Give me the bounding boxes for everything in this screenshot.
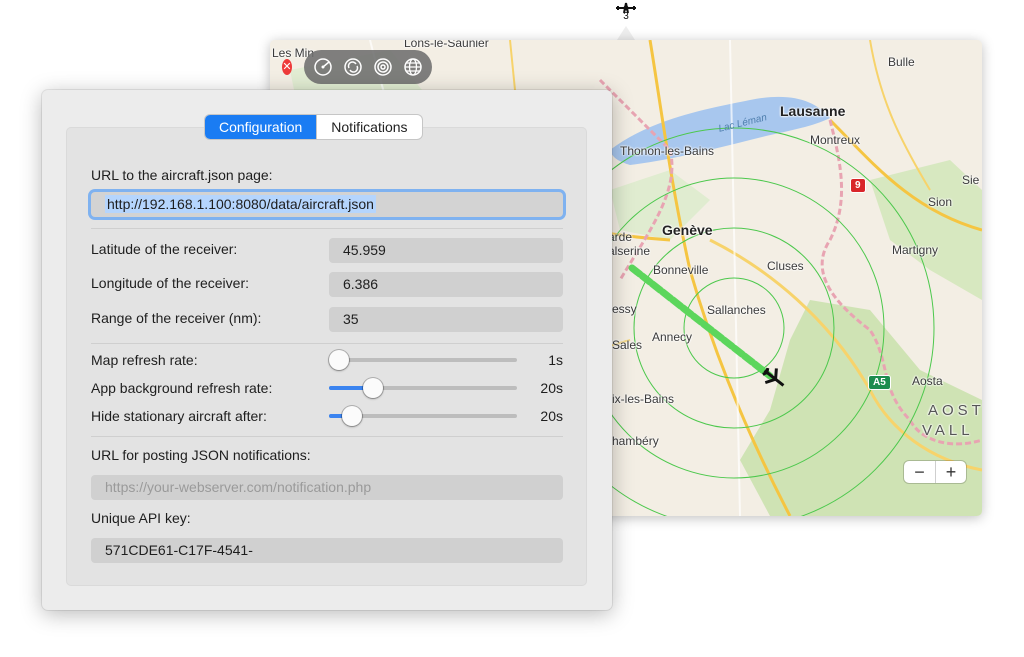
- map-label: Bulle: [888, 55, 915, 69]
- aircraft-url-field[interactable]: http://192.168.1.100:8080/data/aircraft.…: [91, 192, 563, 217]
- map-label: Bonneville: [653, 263, 709, 277]
- road-shield: 9: [850, 178, 866, 193]
- map-toolbar: ✕: [282, 50, 432, 84]
- notify-url-label: URL for posting JSON notifications:: [91, 447, 311, 463]
- zoom-control: − +: [904, 461, 966, 483]
- map-region-label: AOST: [928, 402, 982, 419]
- divider: [91, 343, 563, 344]
- close-icon[interactable]: ✕: [282, 59, 292, 75]
- bg-refresh-value: 20s: [540, 380, 563, 396]
- slider-knob[interactable]: [342, 406, 363, 426]
- map-label: Annecy: [652, 330, 693, 344]
- map-label: Aosta: [912, 374, 943, 388]
- map-refresh-label: Map refresh rate:: [91, 352, 198, 368]
- map-label: Sallanches: [707, 303, 766, 317]
- tab-configuration[interactable]: Configuration: [205, 115, 317, 139]
- longitude-label: Longitude of the receiver:: [91, 275, 249, 291]
- map-refresh-value: 1s: [548, 352, 563, 368]
- map-region-label: VALL: [922, 422, 974, 439]
- notify-url-field[interactable]: https://your-webserver.com/notification.…: [91, 475, 563, 500]
- tool-pill: [304, 50, 432, 84]
- range-field[interactable]: 35: [329, 307, 563, 332]
- slider-knob[interactable]: [329, 350, 349, 370]
- map-label: Martigny: [892, 243, 939, 257]
- map-label: Sion: [928, 195, 953, 209]
- map-label: Lons-le-Saunier: [404, 40, 489, 50]
- map-label: Sales: [612, 338, 643, 352]
- latitude-field[interactable]: 45.959: [329, 238, 563, 263]
- hide-stationary-label: Hide stationary aircraft after:: [91, 408, 267, 424]
- globe-icon[interactable]: [400, 54, 426, 80]
- range-label: Range of the receiver (nm):: [91, 310, 262, 326]
- longitude-field[interactable]: 6.386: [329, 272, 563, 297]
- target-icon[interactable]: [370, 54, 396, 80]
- hide-stationary-value: 20s: [540, 408, 563, 424]
- refresh-icon[interactable]: [340, 54, 366, 80]
- zoom-out-button[interactable]: −: [904, 461, 935, 483]
- tab-control: Configuration Notifications: [205, 115, 422, 139]
- settings-popover: URL to the aircraft.json page: http://19…: [42, 90, 612, 610]
- popover-arrow: [617, 26, 635, 40]
- map-label: Cluses: [767, 259, 804, 273]
- divider: [91, 436, 563, 437]
- map-label: essy: [612, 302, 637, 316]
- map-label: Lausanne: [780, 103, 846, 119]
- map-refresh-slider[interactable]: [329, 350, 517, 370]
- status-bar-item[interactable]: 3: [612, 0, 640, 24]
- hide-stationary-slider[interactable]: [329, 406, 517, 426]
- road-shield: A5: [868, 375, 891, 390]
- zoom-in-button[interactable]: +: [935, 461, 966, 483]
- map-label: Genève: [662, 222, 713, 238]
- api-key-label: Unique API key:: [91, 510, 191, 526]
- settings-panel: URL to the aircraft.json page: http://19…: [66, 127, 587, 586]
- map-label: Thonon-les-Bains: [620, 144, 715, 158]
- map-label: alserine: [608, 244, 651, 258]
- map-label: Sie: [962, 173, 980, 187]
- url-label: URL to the aircraft.json page:: [91, 167, 273, 183]
- tab-notifications[interactable]: Notifications: [316, 115, 421, 139]
- slider-knob[interactable]: [362, 378, 383, 398]
- map-label: ix-les-Bains: [612, 392, 675, 406]
- divider: [91, 228, 563, 229]
- map-label: hambéry: [612, 434, 659, 448]
- latitude-label: Latitude of the receiver:: [91, 241, 238, 257]
- bg-refresh-label: App background refresh rate:: [91, 380, 273, 396]
- radar-icon[interactable]: [310, 54, 336, 80]
- aircraft-count: 3: [623, 11, 629, 22]
- api-key-field[interactable]: 571CDE61-C17F-4541-: [91, 538, 563, 563]
- bg-refresh-slider[interactable]: [329, 378, 517, 398]
- map-label: Montreux: [810, 133, 861, 147]
